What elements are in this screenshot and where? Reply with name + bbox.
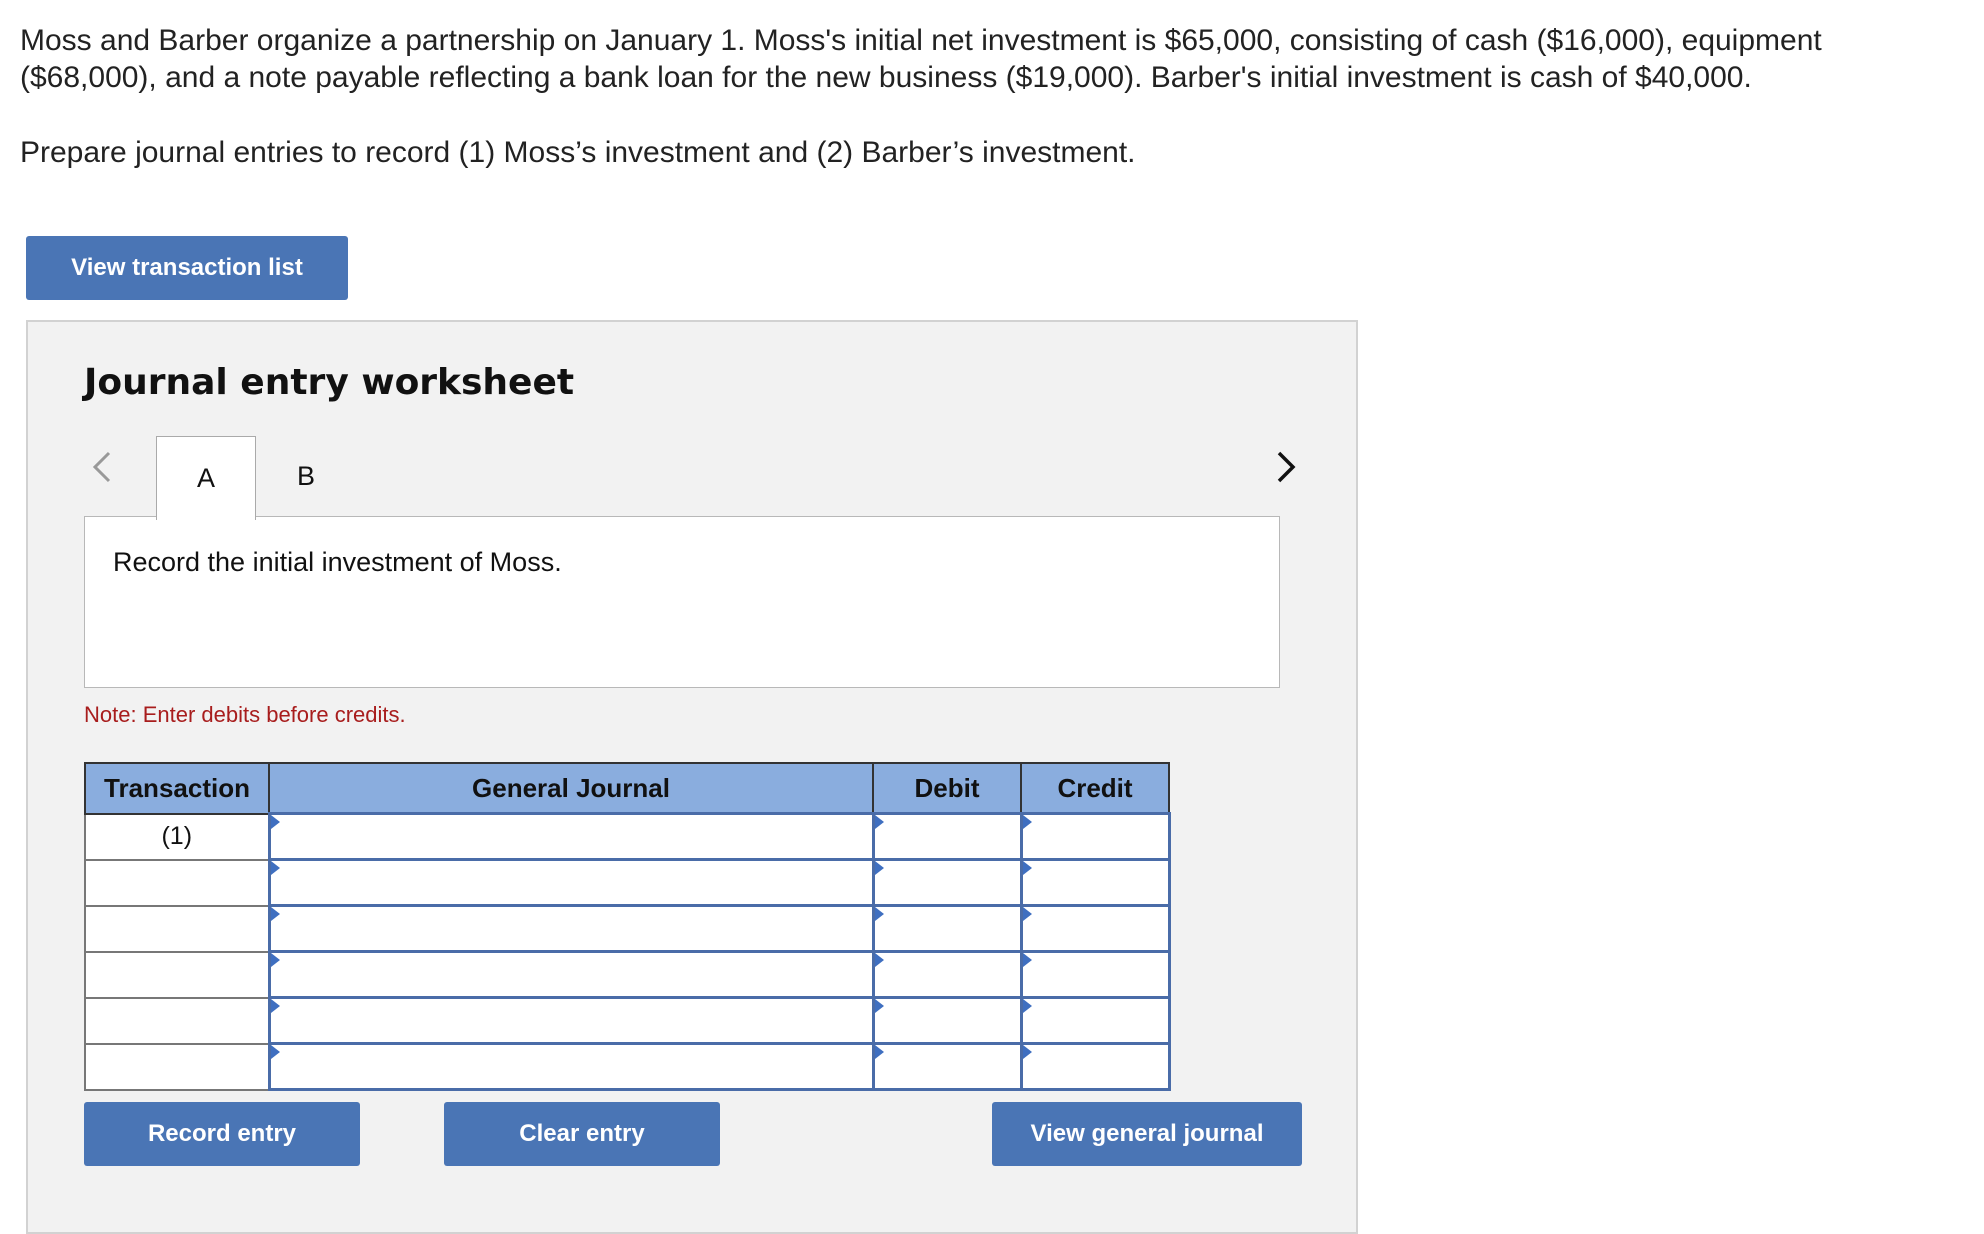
tab-b[interactable]: B (256, 436, 356, 516)
triangle-marker-icon (270, 861, 280, 875)
credit-input[interactable] (1022, 907, 1168, 950)
triangle-marker-icon (874, 1045, 884, 1059)
credit-cell[interactable] (1019, 904, 1171, 953)
credit-cell[interactable] (1019, 950, 1171, 999)
debit-cell[interactable] (871, 858, 1023, 907)
triangle-marker-icon (270, 953, 280, 967)
transaction-cell: (1) (84, 812, 270, 861)
header-credit: Credit (1020, 762, 1170, 815)
general-journal-input[interactable] (270, 907, 872, 950)
credit-input[interactable] (1022, 1045, 1168, 1088)
general-journal-input[interactable] (270, 815, 872, 858)
triangle-marker-icon (270, 999, 280, 1013)
triangle-marker-icon (874, 861, 884, 875)
credit-input[interactable] (1022, 953, 1168, 996)
debit-input[interactable] (874, 999, 1020, 1042)
credit-input[interactable] (1022, 815, 1168, 858)
transaction-cell (84, 904, 270, 953)
triangle-marker-icon (1022, 815, 1032, 829)
general-journal-input[interactable] (270, 953, 872, 996)
triangle-marker-icon (1022, 953, 1032, 967)
debit-input[interactable] (874, 861, 1020, 904)
header-debit: Debit (872, 762, 1022, 815)
table-row (84, 858, 1171, 907)
credit-cell[interactable] (1019, 812, 1171, 861)
general-journal-input[interactable] (270, 999, 872, 1042)
triangle-marker-icon (1022, 999, 1032, 1013)
triangle-marker-icon (270, 815, 280, 829)
credit-cell[interactable] (1019, 996, 1171, 1045)
table-row (84, 996, 1171, 1045)
triangle-marker-icon (874, 999, 884, 1013)
worksheet-title: Journal entry worksheet (84, 362, 575, 403)
general-journal-input[interactable] (270, 1045, 872, 1088)
debit-cell[interactable] (871, 812, 1023, 861)
triangle-marker-icon (1022, 907, 1032, 921)
journal-table: Transaction General Journal Debit Credit… (84, 762, 1171, 1091)
table-row (84, 950, 1171, 999)
prompt-text: Record the initial investment of Moss. (113, 547, 562, 577)
problem-instruction: Prepare journal entries to record (1) Mo… (20, 136, 1136, 169)
table-header-row: Transaction General Journal Debit Credit (84, 762, 1170, 815)
triangle-marker-icon (1022, 1045, 1032, 1059)
credit-cell[interactable] (1019, 1042, 1171, 1091)
debit-input[interactable] (874, 953, 1020, 996)
table-row (84, 904, 1171, 953)
chevron-right-icon[interactable] (1266, 442, 1306, 492)
general-journal-input[interactable] (270, 861, 872, 904)
debit-cell[interactable] (871, 1042, 1023, 1091)
view-general-journal-button[interactable]: View general journal (992, 1102, 1302, 1166)
triangle-marker-icon (1022, 861, 1032, 875)
credit-cell[interactable] (1019, 858, 1171, 907)
table-row (84, 1042, 1171, 1091)
debit-input[interactable] (874, 815, 1020, 858)
debit-cell[interactable] (871, 950, 1023, 999)
problem-statement: Moss and Barber organize a partnership o… (20, 22, 1960, 171)
general-journal-cell[interactable] (267, 996, 875, 1045)
general-journal-cell[interactable] (267, 858, 875, 907)
general-journal-cell[interactable] (267, 904, 875, 953)
debit-cell[interactable] (871, 996, 1023, 1045)
debit-input[interactable] (874, 907, 1020, 950)
triangle-marker-icon (874, 907, 884, 921)
header-transaction: Transaction (84, 762, 270, 815)
view-transaction-list-button[interactable]: View transaction list (26, 236, 348, 300)
debit-input[interactable] (874, 1045, 1020, 1088)
tab-a[interactable]: A (156, 436, 256, 520)
triangle-marker-icon (270, 1045, 280, 1059)
table-row: (1) (84, 812, 1171, 861)
prompt-box: Record the initial investment of Moss. (84, 516, 1280, 688)
transaction-cell (84, 858, 270, 907)
triangle-marker-icon (874, 815, 884, 829)
triangle-marker-icon (874, 953, 884, 967)
note-text: Note: Enter debits before credits. (84, 702, 406, 727)
debit-cell[interactable] (871, 904, 1023, 953)
transaction-cell (84, 1042, 270, 1091)
header-general-journal: General Journal (268, 762, 874, 815)
triangle-marker-icon (270, 907, 280, 921)
general-journal-cell[interactable] (267, 950, 875, 999)
clear-entry-button[interactable]: Clear entry (444, 1102, 720, 1166)
journal-entry-worksheet-panel: Journal entry worksheet A B Record the i… (26, 320, 1358, 1234)
credit-input[interactable] (1022, 861, 1168, 904)
chevron-left-icon[interactable] (82, 442, 122, 492)
record-entry-button[interactable]: Record entry (84, 1102, 360, 1166)
transaction-cell (84, 950, 270, 999)
transaction-cell (84, 996, 270, 1045)
credit-input[interactable] (1022, 999, 1168, 1042)
general-journal-cell[interactable] (267, 812, 875, 861)
general-journal-cell[interactable] (267, 1042, 875, 1091)
problem-text: Moss and Barber organize a partnership o… (20, 24, 1822, 94)
